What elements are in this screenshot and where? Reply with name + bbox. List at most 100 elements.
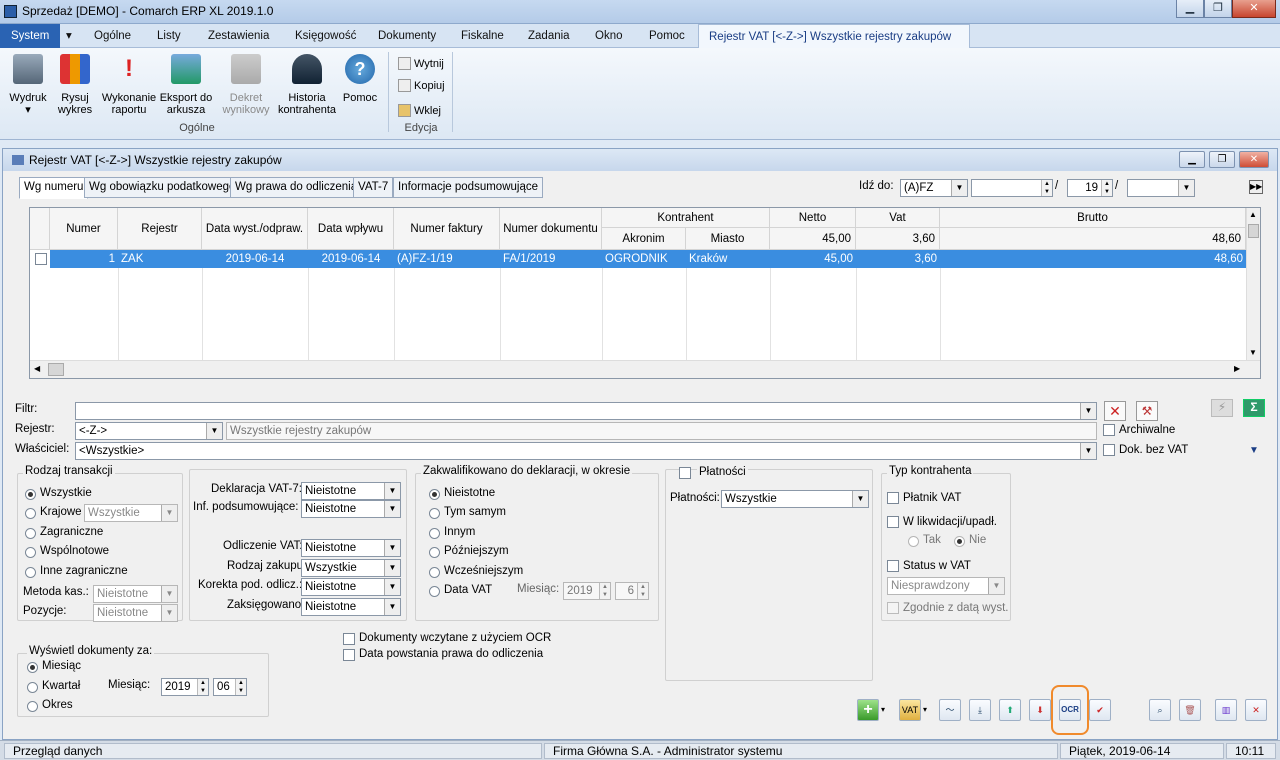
tab-zadania[interactable]: Zadania: [518, 24, 580, 48]
zakw-rok-input[interactable]: 2019 ▲ ▼: [563, 582, 611, 600]
radio-nieistotne[interactable]: [429, 489, 440, 500]
metoda-select[interactable]: Nieistotne ▼: [93, 585, 178, 603]
tab-vat7[interactable]: VAT-7: [353, 177, 394, 198]
mdi-restore-button[interactable]: ❐: [1209, 151, 1235, 168]
rejestr-select[interactable]: <-Z-> ▼: [75, 422, 223, 440]
radio-pozniejszym[interactable]: [429, 547, 440, 558]
scroll-down-icon[interactable]: ▼: [1249, 348, 1257, 357]
header-numer-faktury[interactable]: Numer faktury: [394, 208, 500, 250]
vat-document-icon[interactable]: VAT: [899, 699, 921, 721]
radio-tak[interactable]: [908, 536, 919, 547]
search-icon[interactable]: ⌕: [1149, 699, 1171, 721]
tab-fiskalne[interactable]: Fiskalne: [451, 24, 514, 48]
filtr-input[interactable]: ▼: [75, 402, 1097, 420]
tab-pomoc[interactable]: Pomoc: [639, 24, 695, 48]
scroll-left-icon[interactable]: ◀: [34, 364, 40, 373]
tab-wg-numeru[interactable]: Wg numeru: [19, 177, 89, 199]
archiwalne-checkbox[interactable]: [1103, 424, 1115, 436]
goto-extra-select[interactable]: ▼: [1127, 179, 1195, 197]
tab-wg-obowiazku[interactable]: Wg obowiązku podatkowego: [84, 177, 241, 198]
fast-forward-icon[interactable]: ▶▶: [1249, 180, 1263, 194]
row-checkbox[interactable]: [35, 253, 47, 265]
trash-icon[interactable]: 🗑: [1179, 699, 1201, 721]
zaksiegowano-select[interactable]: Nieistotne ▼: [301, 598, 401, 616]
tab-listy[interactable]: Listy: [147, 24, 191, 48]
header-numer-dokumentu[interactable]: Numer dokumentu: [500, 208, 602, 250]
header-miasto[interactable]: Miasto: [686, 228, 770, 250]
scroll-right-icon[interactable]: ▶: [1234, 364, 1240, 373]
header-numer[interactable]: Numer: [50, 208, 118, 250]
ocr-docs-checkbox[interactable]: [343, 633, 355, 645]
radio-nie[interactable]: [954, 536, 965, 547]
quick-access-dropdown-icon[interactable]: ▾: [62, 24, 76, 48]
header-netto[interactable]: Netto: [770, 208, 856, 228]
radio-innym[interactable]: [429, 528, 440, 539]
radio-inne-zagraniczne[interactable]: [25, 567, 36, 578]
tab-ogolne[interactable]: Ogólne: [84, 24, 141, 48]
minimize-button[interactable]: ▁: [1176, 0, 1204, 18]
download-icon[interactable]: ⤓: [969, 699, 991, 721]
chart-button[interactable]: Rysuj wykres: [52, 54, 98, 116]
radio-data-vat[interactable]: [429, 586, 440, 597]
horizontal-scroll-thumb[interactable]: [48, 363, 64, 376]
radio-wspolnotowe[interactable]: [25, 547, 36, 558]
status-vat-select[interactable]: Niesprawdzony ▼: [887, 577, 1005, 595]
export-button[interactable]: Eksport do arkusza: [158, 54, 214, 116]
decree-button[interactable]: Dekret wynikowy: [218, 54, 274, 116]
tab-ksiegowosc[interactable]: Księgowość: [285, 24, 366, 48]
mdi-minimize-button[interactable]: ▁: [1179, 151, 1205, 168]
history-button[interactable]: Historia kontrahenta: [276, 54, 338, 116]
lightning-icon[interactable]: ⚡: [1211, 399, 1233, 417]
vat7-select[interactable]: Nieistotne ▼: [301, 482, 401, 500]
odliczenie-select[interactable]: Nieistotne ▼: [301, 539, 401, 557]
add-dropdown-icon[interactable]: ▾: [881, 705, 885, 714]
columns-icon[interactable]: ▥: [1215, 699, 1237, 721]
goto-year-input[interactable]: 19 ▲ ▼: [1067, 179, 1113, 197]
tab-system[interactable]: System: [0, 24, 61, 48]
mdi-close-button[interactable]: ✕: [1239, 151, 1269, 168]
import-icon[interactable]: ⬇: [1029, 699, 1051, 721]
sum-icon[interactable]: Σ: [1243, 399, 1265, 417]
radio-tym-samym[interactable]: [429, 508, 440, 519]
vertical-scrollbar[interactable]: ▲ ▼: [1246, 208, 1260, 360]
maximize-button[interactable]: ❐: [1204, 0, 1232, 18]
expand-filter-icon[interactable]: ▼: [1249, 445, 1259, 456]
tab-zestawienia[interactable]: Zestawienia: [198, 24, 279, 48]
inf-select[interactable]: Nieistotne ▼: [301, 500, 401, 518]
zakw-mies-input[interactable]: 6 ▲ ▼: [615, 582, 649, 600]
radio-miesiac[interactable]: [27, 662, 38, 673]
tab-rejestr-vat[interactable]: Rejestr VAT [<-Z->] Wszystkie rejestry z…: [698, 24, 970, 48]
goto-number-input[interactable]: ▲ ▼: [971, 179, 1053, 197]
tab-wg-prawa[interactable]: Wg prawa do odliczenia: [230, 177, 363, 198]
header-data-wyst[interactable]: Data wyst./odpraw.: [202, 208, 308, 250]
platnosci-checkbox[interactable]: [679, 467, 691, 479]
wyswietl-mies-input[interactable]: 06 ▲ ▼: [213, 678, 247, 696]
run-report-button[interactable]: ! Wykonanie raportu: [100, 54, 158, 116]
close-window-icon[interactable]: ✕: [1245, 699, 1267, 721]
approve-icon[interactable]: ✔: [1089, 699, 1111, 721]
copy-button[interactable]: Kopiuj: [396, 76, 445, 96]
tab-okno[interactable]: Okno: [585, 24, 633, 48]
radio-okres[interactable]: [27, 701, 38, 712]
header-data-wplywu[interactable]: Data wpływu: [308, 208, 394, 250]
tab-dokumenty[interactable]: Dokumenty: [368, 24, 446, 48]
header-rejestr[interactable]: Rejestr: [118, 208, 202, 250]
data-prawa-checkbox[interactable]: [343, 649, 355, 661]
close-button[interactable]: ✕: [1232, 0, 1276, 18]
upload-icon[interactable]: ⬆: [999, 699, 1021, 721]
status-vat-checkbox[interactable]: [887, 560, 899, 572]
platnik-checkbox[interactable]: [887, 492, 899, 504]
radio-wczesniejszym[interactable]: [429, 567, 440, 578]
krajowe-select[interactable]: Wszystkie ▼: [84, 504, 178, 522]
korekta-select[interactable]: Nieistotne ▼: [301, 578, 401, 596]
help-button[interactable]: ? Pomoc: [340, 54, 380, 104]
radio-krajowe[interactable]: [25, 508, 36, 519]
chart-line-icon[interactable]: 〜: [939, 699, 961, 721]
header-akronim[interactable]: Akronim: [602, 228, 686, 250]
filter-builder-icon[interactable]: ⚒: [1136, 401, 1158, 421]
print-button[interactable]: Wydruk ▾: [6, 54, 50, 116]
wlasciciel-select[interactable]: <Wszystkie> ▼: [75, 442, 1097, 460]
wyswietl-rok-input[interactable]: 2019 ▲ ▼: [161, 678, 209, 696]
goto-select[interactable]: (A)FZ ▼: [900, 179, 968, 197]
dok-bez-vat-checkbox[interactable]: [1103, 444, 1115, 456]
